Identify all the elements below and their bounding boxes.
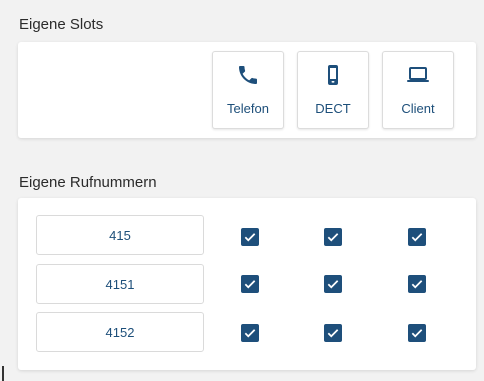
slot-telefon-button[interactable]: Telefon [212,51,284,129]
checkbox-415-telefon[interactable] [241,228,259,246]
slot-dect-label: DECT [315,101,351,116]
checkbox-4151-dect[interactable] [324,275,342,293]
checkbox-415-client[interactable] [408,228,426,246]
checkbox-415-dect[interactable] [324,228,342,246]
slots-card: Telefon DECT Client [18,42,476,138]
checkmark-icon [244,329,256,338]
checkbox-4151-telefon[interactable] [241,275,259,293]
numbers-section-title: Eigene Rufnummern [19,174,157,191]
slot-telefon-label: Telefon [227,101,269,116]
checkmark-icon [411,329,423,338]
checkmark-icon [244,233,256,242]
number-field-415[interactable]: 415 [36,215,204,255]
checkmark-icon [327,280,339,289]
number-field-4151[interactable]: 4151 [36,264,204,304]
slots-section-title: Eigene Slots [19,16,104,33]
checkmark-icon [327,329,339,338]
checkbox-4151-client[interactable] [408,275,426,293]
numbers-card: 415 4151 4152 [18,198,476,370]
mobile-phone-icon [328,65,338,85]
checkbox-4152-telefon[interactable] [241,324,259,342]
text-cursor-mark [2,366,4,381]
slot-dect-button[interactable]: DECT [297,51,369,129]
checkmark-icon [327,233,339,242]
laptop-icon [407,67,429,82]
checkmark-icon [411,280,423,289]
number-field-4152[interactable]: 4152 [36,312,204,352]
phone-icon [239,66,257,84]
slot-client-button[interactable]: Client [382,51,454,129]
slot-client-label: Client [401,101,435,116]
page: Eigene Slots Telefon DECT Client Eigene … [0,0,484,381]
checkbox-4152-dect[interactable] [324,324,342,342]
checkmark-icon [244,280,256,289]
checkmark-icon [411,233,423,242]
checkbox-4152-client[interactable] [408,324,426,342]
